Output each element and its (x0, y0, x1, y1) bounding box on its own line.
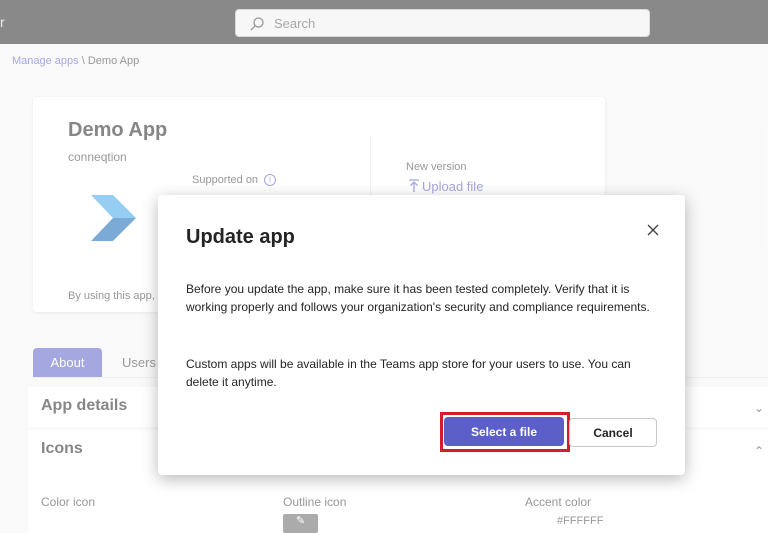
highlight-box (440, 412, 570, 452)
dialog-paragraph-2: Custom apps will be available in the Tea… (186, 357, 631, 389)
dialog-title: Update app (186, 226, 295, 248)
update-app-dialog: Update app Before you update the app, ma… (158, 195, 685, 475)
close-icon[interactable] (645, 222, 661, 238)
dialog-paragraph-1: Before you update the app, make sure it … (186, 282, 650, 314)
cancel-button[interactable]: Cancel (569, 418, 657, 447)
